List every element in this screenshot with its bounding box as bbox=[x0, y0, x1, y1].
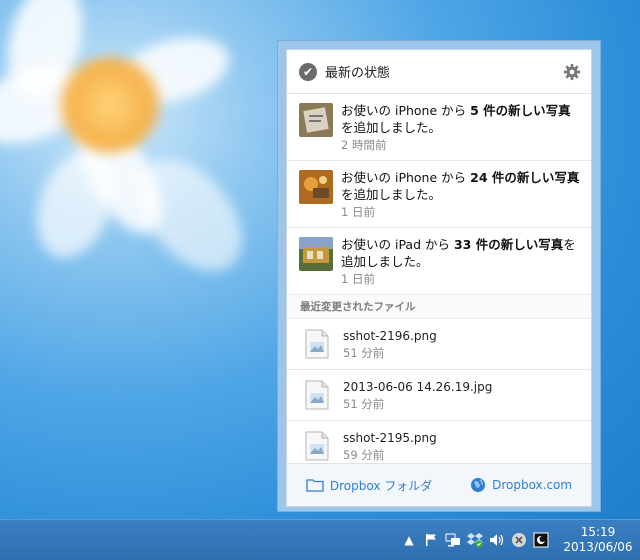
image-file-icon bbox=[305, 329, 329, 359]
folder-link-label: Dropbox フォルダ bbox=[329, 478, 433, 493]
notification-item[interactable]: お使いの iPad から 33 件の新しい写真を追加しました。 1 日前 bbox=[287, 228, 591, 295]
dropbox-icon[interactable] bbox=[464, 529, 486, 551]
open-dropbox-web-link[interactable]: Dropbox.com bbox=[470, 477, 572, 493]
file-time: 59 分前 bbox=[343, 447, 385, 462]
volume-icon[interactable] bbox=[486, 529, 508, 551]
recent-file-item[interactable]: 2013-06-06 14.26.19.jpg 51 分前 bbox=[287, 370, 591, 421]
web-link-label: Dropbox.com bbox=[492, 478, 573, 492]
network-icon[interactable] bbox=[442, 529, 464, 551]
system-tray: ▲ 15:19 2013/06/06 bbox=[398, 520, 640, 560]
popup-footer: Dropbox フォルダ Dropbox.com bbox=[287, 463, 591, 506]
photo-thumbnail bbox=[299, 170, 333, 204]
close-circle-icon[interactable] bbox=[508, 529, 530, 551]
dropbox-panel: ✔ 最新の状態 お使いの iPhone から 5 件の新しい写真を追加しました。… bbox=[286, 49, 592, 507]
file-name: 2013-06-06 14.26.19.jpg bbox=[343, 379, 493, 394]
clock-time: 15:19 bbox=[580, 525, 616, 539]
photo-thumbnail bbox=[299, 103, 333, 137]
notification-text: お使いの iPad から 33 件の新しい写真を追加しました。 bbox=[341, 237, 576, 269]
recent-files-heading: 最近変更されたファイル bbox=[287, 295, 591, 319]
notification-item[interactable]: お使いの iPhone から 24 件の新しい写真を追加しました。 1 日前 bbox=[287, 161, 591, 228]
image-file-icon bbox=[305, 431, 329, 461]
notification-time: 2 時間前 bbox=[341, 138, 387, 152]
flag-icon[interactable] bbox=[420, 529, 442, 551]
folder-icon bbox=[306, 479, 324, 492]
status-title: 最新の状態 bbox=[325, 66, 391, 81]
dropbox-popup: ✔ 最新の状態 お使いの iPhone から 5 件の新しい写真を追加しました。… bbox=[277, 40, 601, 512]
file-time: 51 分前 bbox=[343, 345, 385, 360]
notification-item[interactable]: お使いの iPhone から 5 件の新しい写真を追加しました。 2 時間前 bbox=[287, 94, 591, 161]
open-dropbox-folder-link[interactable]: Dropbox フォルダ bbox=[306, 477, 432, 494]
globe-icon bbox=[471, 478, 486, 492]
file-time: 51 分前 bbox=[343, 396, 385, 411]
photo-thumbnail bbox=[299, 237, 333, 271]
image-file-icon bbox=[305, 380, 329, 410]
notification-time: 1 日前 bbox=[341, 205, 375, 219]
file-name: sshot-2195.png bbox=[343, 430, 437, 445]
file-name: sshot-2196.png bbox=[343, 328, 437, 343]
clock-date: 2013/06/06 bbox=[563, 540, 633, 554]
check-circle-icon: ✔ bbox=[299, 62, 317, 81]
popup-header: ✔ 最新の状態 bbox=[287, 50, 591, 94]
gear-icon[interactable] bbox=[563, 63, 581, 81]
notification-text: お使いの iPhone から 5 件の新しい写真を追加しました。 bbox=[341, 103, 571, 135]
taskbar-clock[interactable]: 15:19 2013/06/06 bbox=[556, 525, 640, 555]
notification-time: 1 日前 bbox=[341, 272, 375, 286]
taskbar: ▲ 15:19 2013/06/06 bbox=[0, 519, 640, 560]
notification-text: お使いの iPhone から 24 件の新しい写真を追加しました。 bbox=[341, 170, 580, 202]
app-icon[interactable] bbox=[530, 529, 552, 551]
recent-file-item[interactable]: sshot-2196.png 51 分前 bbox=[287, 319, 591, 370]
show-hidden-icons-arrow[interactable]: ▲ bbox=[398, 529, 420, 551]
